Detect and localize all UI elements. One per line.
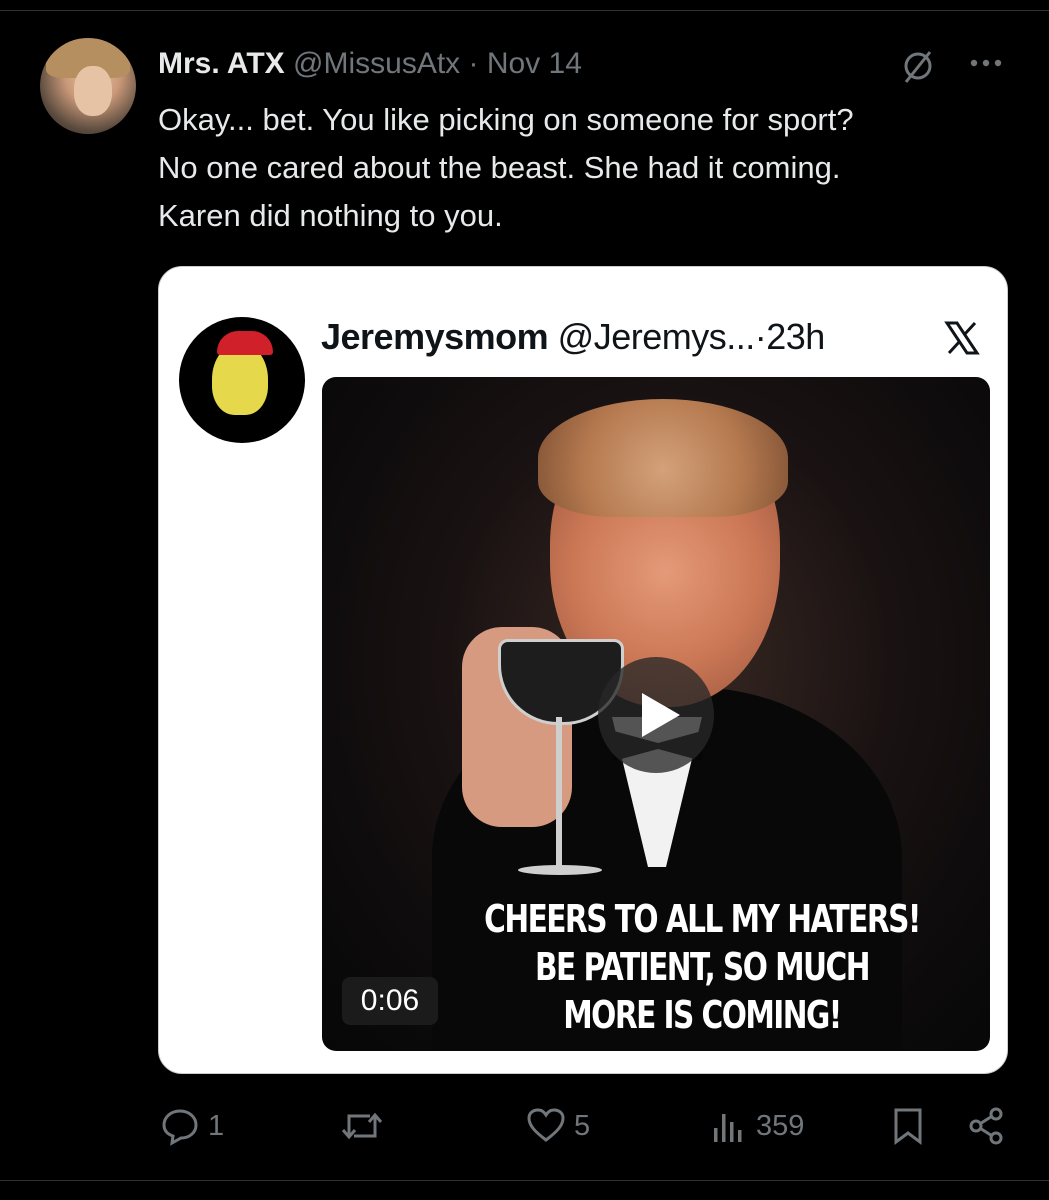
grok-icon[interactable]: [900, 48, 936, 84]
video-glass-stem: [556, 717, 562, 867]
top-divider: [0, 10, 1049, 11]
retweet-icon: [341, 1112, 383, 1140]
quoted-author-handle[interactable]: @Jeremys...: [558, 316, 756, 357]
quoted-header: Jeremysmom @Jeremys...·23h: [321, 315, 825, 359]
video-player[interactable]: CHEERS TO ALL MY HATERS! BE PATIENT, SO …: [322, 377, 990, 1051]
share-button[interactable]: [966, 1100, 1006, 1152]
views-icon: [714, 1114, 742, 1142]
more-icon[interactable]: [966, 48, 1006, 78]
tweet-text-line: Okay... bet. You like picking on someone…: [158, 102, 854, 137]
caption-line: BE PATIENT, SO MUCH: [534, 945, 871, 989]
tweet-header: Mrs. ATX @MissusAtx · Nov 14: [158, 46, 582, 82]
views-button[interactable]: 359: [708, 1100, 804, 1152]
author-name[interactable]: Mrs. ATX: [158, 47, 285, 80]
like-button[interactable]: 5: [526, 1100, 590, 1152]
reply-count: 1: [208, 1109, 225, 1142]
bookmark-icon: [894, 1108, 922, 1145]
avatar-hat: [217, 331, 273, 355]
like-icon: [527, 1108, 565, 1142]
video-caption: CHEERS TO ALL MY HATERS! BE PATIENT, SO …: [484, 895, 921, 1039]
reply-button[interactable]: 1: [160, 1100, 224, 1152]
x-logo-icon: [944, 321, 980, 355]
tweet-date[interactable]: Nov 14: [487, 47, 582, 80]
play-button[interactable]: [598, 657, 714, 773]
video-duration: 0:06: [342, 977, 438, 1025]
reply-icon: [162, 1109, 198, 1146]
bookmark-button[interactable]: [890, 1100, 926, 1152]
caption-line: CHEERS TO ALL MY HATERS!: [484, 897, 921, 941]
video-figure-hair: [538, 399, 788, 517]
quoted-tweet-card[interactable]: Jeremysmom @Jeremys...·23h CHEERS TO ALL…: [158, 266, 1008, 1074]
retweet-button[interactable]: [340, 1100, 392, 1152]
tweet-text-line: No one cared about the beast. She had it…: [158, 150, 841, 185]
author-handle[interactable]: @MissusAtx: [293, 47, 460, 80]
play-icon: [642, 693, 680, 737]
share-icon: [969, 1107, 1003, 1145]
quoted-author-name[interactable]: Jeremysmom: [321, 316, 549, 357]
like-count: 5: [574, 1109, 591, 1142]
bottom-divider: [0, 1180, 1049, 1181]
tweet-text-line: Karen did nothing to you.: [158, 198, 503, 233]
action-bar: 1 5 359: [0, 1100, 1049, 1152]
views-count: 359: [756, 1109, 805, 1142]
caption-line: MORE IS COMING!: [563, 993, 842, 1037]
video-glass-foot: [518, 865, 602, 875]
author-avatar[interactable]: [40, 38, 136, 134]
quoted-time: ·23h: [754, 316, 826, 357]
avatar-face: [74, 66, 112, 116]
tweet-text: Okay... bet. You like picking on someone…: [158, 96, 1018, 240]
header-separator: ·: [460, 47, 487, 80]
quoted-author-avatar[interactable]: [179, 317, 305, 443]
